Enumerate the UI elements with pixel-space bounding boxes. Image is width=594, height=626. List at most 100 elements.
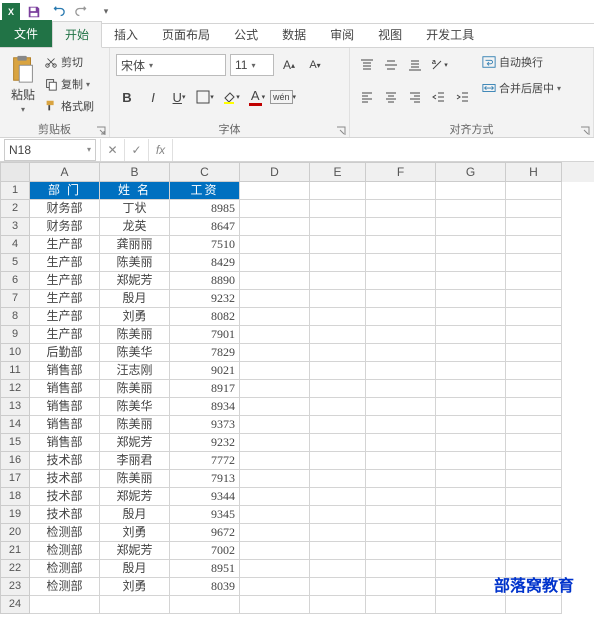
cell[interactable]	[310, 542, 366, 560]
cell[interactable]	[436, 182, 506, 200]
row-header[interactable]: 8	[0, 308, 30, 326]
cell[interactable]	[366, 218, 436, 236]
align-left-button[interactable]	[356, 86, 378, 108]
cell[interactable]	[506, 542, 562, 560]
cell[interactable]: 财务部	[30, 200, 100, 218]
cell[interactable]	[310, 272, 366, 290]
cell[interactable]	[366, 362, 436, 380]
row-header[interactable]: 21	[0, 542, 30, 560]
cell[interactable]	[240, 218, 310, 236]
dialog-launcher-icon[interactable]	[95, 125, 107, 137]
cell[interactable]: 8951	[170, 560, 240, 578]
cell[interactable]	[310, 308, 366, 326]
cell[interactable]	[310, 524, 366, 542]
cell[interactable]: 刘勇	[100, 308, 170, 326]
tab-formulas[interactable]: 公式	[222, 22, 270, 47]
cell[interactable]	[506, 200, 562, 218]
cell[interactable]: 9672	[170, 524, 240, 542]
dialog-launcher-icon[interactable]	[579, 125, 591, 137]
cell[interactable]: 销售部	[30, 416, 100, 434]
cell[interactable]: 7772	[170, 452, 240, 470]
cell[interactable]: 陈美丽	[100, 380, 170, 398]
cell[interactable]	[366, 506, 436, 524]
redo-button[interactable]	[72, 2, 92, 22]
cell[interactable]: 龚丽丽	[100, 236, 170, 254]
cell[interactable]	[506, 290, 562, 308]
cell[interactable]: 8429	[170, 254, 240, 272]
cell[interactable]	[240, 200, 310, 218]
cell[interactable]: 郑妮芳	[100, 488, 170, 506]
cell[interactable]	[436, 308, 506, 326]
cell[interactable]	[310, 470, 366, 488]
cell[interactable]: 生产部	[30, 254, 100, 272]
tab-review[interactable]: 审阅	[318, 22, 366, 47]
cell[interactable]	[240, 542, 310, 560]
cell[interactable]: 陈美华	[100, 398, 170, 416]
cell[interactable]: 8917	[170, 380, 240, 398]
cell[interactable]	[366, 182, 436, 200]
tab-home[interactable]: 开始	[52, 21, 102, 48]
cell[interactable]: 生产部	[30, 272, 100, 290]
cell[interactable]: 8890	[170, 272, 240, 290]
phonetic-guide-button[interactable]: wén▾	[272, 86, 294, 108]
font-color-button[interactable]: A▾	[246, 86, 268, 108]
cell[interactable]: 7913	[170, 470, 240, 488]
cell[interactable]: 检测部	[30, 578, 100, 596]
cell[interactable]	[436, 434, 506, 452]
cell[interactable]	[366, 200, 436, 218]
row-header[interactable]: 13	[0, 398, 30, 416]
tab-view[interactable]: 视图	[366, 22, 414, 47]
cell[interactable]: 8934	[170, 398, 240, 416]
copy-button[interactable]: 复制▾	[44, 74, 94, 94]
paste-button[interactable]: 粘贴 ▾	[6, 52, 40, 116]
cell[interactable]: 技术部	[30, 452, 100, 470]
cell[interactable]	[506, 326, 562, 344]
cell[interactable]	[436, 236, 506, 254]
cell[interactable]	[310, 380, 366, 398]
cell[interactable]: 财务部	[30, 218, 100, 236]
cell[interactable]: 陈美丽	[100, 416, 170, 434]
cell[interactable]	[436, 452, 506, 470]
cell[interactable]: 8082	[170, 308, 240, 326]
increase-indent-button[interactable]	[452, 86, 474, 108]
cell[interactable]	[366, 290, 436, 308]
cell[interactable]: 9373	[170, 416, 240, 434]
row-header[interactable]: 15	[0, 434, 30, 452]
cell[interactable]	[310, 182, 366, 200]
cell[interactable]	[436, 506, 506, 524]
cell[interactable]: 工资	[170, 182, 240, 200]
underline-button[interactable]: U▾	[168, 86, 190, 108]
cell[interactable]: 后勤部	[30, 344, 100, 362]
cell[interactable]: 郑妮芳	[100, 434, 170, 452]
cell[interactable]: 9344	[170, 488, 240, 506]
cell[interactable]	[366, 596, 436, 614]
font-size-combo[interactable]: 11▾	[230, 54, 274, 76]
cell[interactable]	[310, 290, 366, 308]
cell[interactable]	[436, 290, 506, 308]
cell[interactable]	[240, 380, 310, 398]
cell[interactable]: 郑妮芳	[100, 542, 170, 560]
cell[interactable]: 陈美华	[100, 344, 170, 362]
cell[interactable]	[240, 524, 310, 542]
cell[interactable]	[240, 470, 310, 488]
align-top-button[interactable]	[356, 54, 378, 76]
cell[interactable]: 陈美丽	[100, 326, 170, 344]
cell[interactable]	[366, 578, 436, 596]
row-header[interactable]: 19	[0, 506, 30, 524]
cell[interactable]	[366, 560, 436, 578]
cell[interactable]	[240, 452, 310, 470]
cancel-button[interactable]: ✕	[101, 139, 125, 161]
cell[interactable]: 检测部	[30, 524, 100, 542]
cell[interactable]	[310, 560, 366, 578]
cell[interactable]	[436, 524, 506, 542]
save-button[interactable]	[24, 2, 44, 22]
cell[interactable]	[170, 596, 240, 614]
cell[interactable]: 8985	[170, 200, 240, 218]
cell[interactable]	[506, 596, 562, 614]
tab-data[interactable]: 数据	[270, 22, 318, 47]
cell[interactable]	[436, 380, 506, 398]
increase-font-button[interactable]: A▴	[278, 54, 300, 76]
cell[interactable]	[506, 524, 562, 542]
cell[interactable]: 龙英	[100, 218, 170, 236]
cell[interactable]: 8647	[170, 218, 240, 236]
